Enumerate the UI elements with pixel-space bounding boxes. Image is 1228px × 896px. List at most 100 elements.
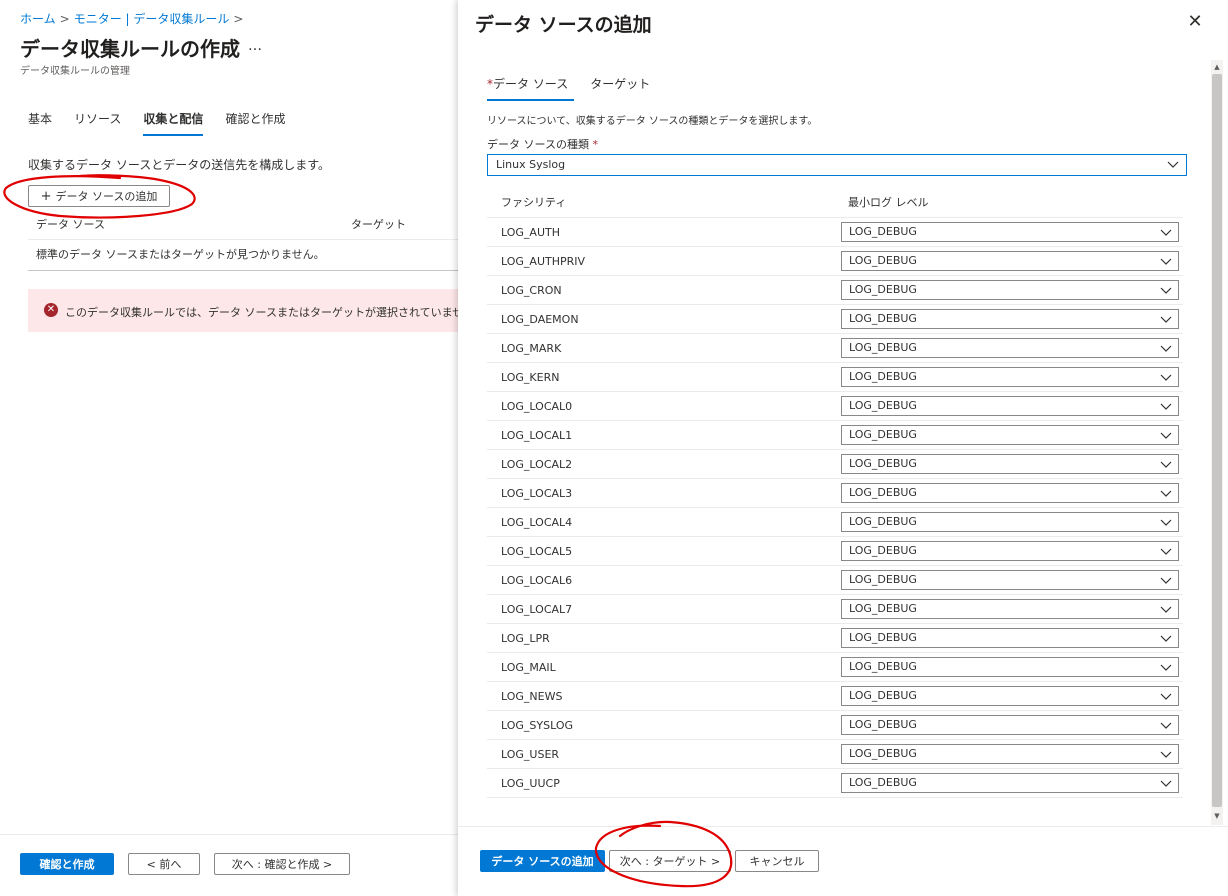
chevron-down-icon bbox=[1160, 374, 1172, 381]
scroll-down-icon[interactable]: ▼ bbox=[1211, 811, 1223, 821]
chevron-down-icon bbox=[1160, 345, 1172, 352]
facility-name: LOG_LOCAL6 bbox=[501, 574, 573, 587]
col-target: ターゲット bbox=[351, 218, 406, 231]
log-level-select[interactable]: LOG_DEBUG bbox=[841, 222, 1179, 242]
panel-title: データ ソースの追加 bbox=[475, 14, 652, 36]
chevron-down-icon bbox=[1160, 548, 1172, 555]
log-level-select[interactable]: LOG_DEBUG bbox=[841, 251, 1179, 271]
chevron-down-icon bbox=[1160, 432, 1172, 439]
scrollbar-thumb[interactable] bbox=[1212, 74, 1222, 807]
facility-name: LOG_AUTH bbox=[501, 226, 560, 239]
error-message-bar: ✕ このデータ収集ルールでは、データ ソースまたはターゲットが選択されていません… bbox=[28, 289, 485, 332]
log-level-value: LOG_DEBUG bbox=[849, 225, 917, 238]
col-facility: ファシリティ bbox=[501, 196, 567, 209]
facility-name: LOG_LOCAL4 bbox=[501, 516, 573, 529]
breadcrumb-monitor[interactable]: モニター | データ収集ルール bbox=[74, 12, 230, 26]
log-level-select[interactable]: LOG_DEBUG bbox=[841, 280, 1179, 300]
table-row: LOG_LOCAL4 LOG_DEBUG bbox=[487, 508, 1183, 537]
more-icon[interactable]: … bbox=[248, 38, 263, 54]
log-level-select[interactable]: LOG_DEBUG bbox=[841, 425, 1179, 445]
tab-basics[interactable]: 基本 bbox=[28, 110, 52, 134]
table-row: LOG_LOCAL6 LOG_DEBUG bbox=[487, 566, 1183, 595]
log-level-select[interactable]: LOG_DEBUG bbox=[841, 686, 1179, 706]
close-icon[interactable]: ✕ bbox=[1185, 12, 1205, 32]
tab-data-source[interactable]: *データ ソース bbox=[481, 75, 575, 101]
log-level-value: LOG_DEBUG bbox=[849, 515, 917, 528]
chevron-down-icon bbox=[1160, 606, 1172, 613]
facility-name: LOG_MAIL bbox=[501, 661, 556, 674]
facility-name: LOG_LOCAL7 bbox=[501, 603, 573, 616]
prev-button[interactable]: < 前へ bbox=[128, 853, 200, 875]
table-row: LOG_USER LOG_DEBUG bbox=[487, 740, 1183, 769]
data-source-table-header: データ ソース ターゲット bbox=[28, 214, 458, 240]
chevron-down-icon bbox=[1160, 780, 1172, 787]
facility-name: LOG_LOCAL1 bbox=[501, 429, 573, 442]
log-level-select[interactable]: LOG_DEBUG bbox=[841, 367, 1179, 387]
log-level-select[interactable]: LOG_DEBUG bbox=[841, 396, 1179, 416]
tab-data-source-label: データ ソース bbox=[493, 77, 569, 91]
tab-review-create[interactable]: 確認と作成 bbox=[225, 110, 285, 134]
col-min-log-level: 最小ログ レベル bbox=[848, 196, 929, 209]
data-source-type-select[interactable]: Linux Syslog bbox=[487, 154, 1187, 176]
log-level-select[interactable]: LOG_DEBUG bbox=[841, 773, 1179, 793]
page-title: データ収集ルールの作成 bbox=[20, 37, 240, 61]
log-level-value: LOG_DEBUG bbox=[849, 747, 917, 760]
tab-resources[interactable]: リソース bbox=[74, 110, 121, 134]
table-row: LOG_LPR LOG_DEBUG bbox=[487, 624, 1183, 653]
chevron-down-icon bbox=[1160, 403, 1172, 410]
review-create-button[interactable]: 確認と作成 bbox=[20, 853, 114, 875]
table-row: LOG_LOCAL3 LOG_DEBUG bbox=[487, 479, 1183, 508]
panel-add-data-source-button[interactable]: データ ソースの追加 bbox=[480, 850, 605, 872]
chevron-down-icon bbox=[1160, 664, 1172, 671]
log-level-value: LOG_DEBUG bbox=[849, 254, 917, 267]
log-level-value: LOG_DEBUG bbox=[849, 428, 917, 441]
log-level-select[interactable]: LOG_DEBUG bbox=[841, 570, 1179, 590]
log-level-select[interactable]: LOG_DEBUG bbox=[841, 454, 1179, 474]
table-row: LOG_LOCAL5 LOG_DEBUG bbox=[487, 537, 1183, 566]
table-row: LOG_SYSLOG LOG_DEBUG bbox=[487, 711, 1183, 740]
table-row: LOG_MAIL LOG_DEBUG bbox=[487, 653, 1183, 682]
table-row: LOG_LOCAL2 LOG_DEBUG bbox=[487, 450, 1183, 479]
log-level-select[interactable]: LOG_DEBUG bbox=[841, 657, 1179, 677]
log-level-value: LOG_DEBUG bbox=[849, 573, 917, 586]
log-level-select[interactable]: LOG_DEBUG bbox=[841, 309, 1179, 329]
tab-collect-deliver[interactable]: 収集と配信 bbox=[143, 110, 204, 136]
log-level-select[interactable]: LOG_DEBUG bbox=[841, 512, 1179, 532]
log-level-value: LOG_DEBUG bbox=[849, 631, 917, 644]
add-data-source-label: データ ソースの追加 bbox=[55, 190, 158, 203]
add-data-source-button[interactable]: + データ ソースの追加 bbox=[28, 185, 170, 207]
chevron-down-icon bbox=[1160, 490, 1172, 497]
chevron-down-icon bbox=[1160, 519, 1172, 526]
log-level-value: LOG_DEBUG bbox=[849, 602, 917, 615]
error-text: このデータ収集ルールでは、データ ソースまたはターゲットが選択されていません。 bbox=[65, 306, 486, 319]
log-level-select[interactable]: LOG_DEBUG bbox=[841, 628, 1179, 648]
log-level-select[interactable]: LOG_DEBUG bbox=[841, 541, 1179, 561]
cancel-button[interactable]: キャンセル bbox=[735, 850, 819, 872]
log-level-value: LOG_DEBUG bbox=[849, 312, 917, 325]
chevron-down-icon bbox=[1160, 461, 1172, 468]
facility-name: LOG_NEWS bbox=[501, 690, 563, 703]
log-level-select[interactable]: LOG_DEBUG bbox=[841, 338, 1179, 358]
facility-name: LOG_LOCAL3 bbox=[501, 487, 573, 500]
table-row: LOG_DAEMON LOG_DEBUG bbox=[487, 305, 1183, 334]
panel-description: リソースについて、収集するデータ ソースの種類とデータを選択します。 bbox=[487, 116, 818, 127]
log-level-select[interactable]: LOG_DEBUG bbox=[841, 483, 1179, 503]
tab-target[interactable]: ターゲット bbox=[584, 75, 656, 99]
table-row: LOG_MARK LOG_DEBUG bbox=[487, 334, 1183, 363]
chevron-down-icon bbox=[1160, 722, 1172, 729]
log-level-select[interactable]: LOG_DEBUG bbox=[841, 715, 1179, 735]
wizard-tabs: 基本 リソース 収集と配信 確認と作成 bbox=[28, 110, 307, 136]
next-review-button[interactable]: 次へ : 確認と作成 > bbox=[214, 853, 350, 875]
chevron-down-icon bbox=[1160, 229, 1172, 236]
breadcrumb-home[interactable]: ホーム bbox=[20, 12, 56, 26]
empty-text: 標準のデータ ソースまたはターゲットが見つかりません。 bbox=[36, 248, 325, 261]
log-level-select[interactable]: LOG_DEBUG bbox=[841, 744, 1179, 764]
next-target-button[interactable]: 次へ : ターゲット > bbox=[609, 850, 731, 872]
chevron-down-icon bbox=[1160, 258, 1172, 265]
data-source-type-value: Linux Syslog bbox=[496, 158, 566, 171]
log-level-value: LOG_DEBUG bbox=[849, 283, 917, 296]
data-source-type-label: データ ソースの種類 * bbox=[487, 136, 598, 152]
plus-icon: + bbox=[40, 188, 52, 204]
log-level-select[interactable]: LOG_DEBUG bbox=[841, 599, 1179, 619]
scroll-up-icon[interactable]: ▲ bbox=[1211, 62, 1223, 72]
